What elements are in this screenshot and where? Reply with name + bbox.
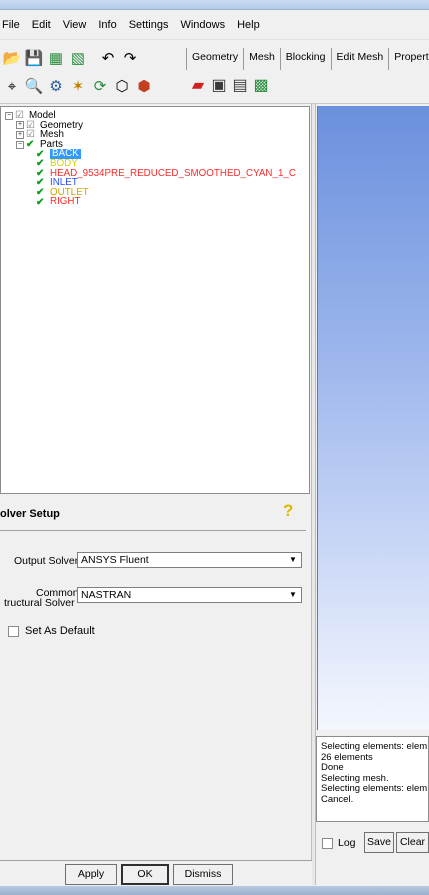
graphics-viewport[interactable] bbox=[317, 106, 429, 730]
refresh-icon[interactable]: ⟳ bbox=[90, 76, 110, 96]
dismiss-button[interactable]: Dismiss bbox=[173, 864, 233, 885]
log-label: Log bbox=[338, 837, 356, 849]
output-tab-icons: ▰ ▣ ▤ ▩ bbox=[188, 76, 271, 96]
save-icon[interactable]: 💾 bbox=[24, 48, 44, 68]
toolbar-row-view: ⌖ 🔍 ⚙ ✶ ⟳ ⬡ ⬢ bbox=[2, 76, 154, 96]
write-input-icon[interactable]: ▩ bbox=[251, 76, 271, 96]
ribbon-tabs: Geometry Mesh Blocking Edit Mesh Propert bbox=[186, 48, 429, 70]
divider bbox=[0, 530, 306, 531]
output-solver-select[interactable]: ANSYS Fluent ▼ bbox=[77, 552, 302, 568]
tree-node-part[interactable]: ✔ BACK bbox=[5, 149, 296, 159]
tree-node-part[interactable]: ✔ INLET bbox=[5, 178, 296, 188]
hidden-line-icon[interactable]: ✶ bbox=[68, 76, 88, 96]
solid-icon[interactable]: ⬢ bbox=[134, 76, 154, 96]
dialog-button-bar: Apply OK Dismiss bbox=[0, 860, 312, 886]
chevron-down-icon[interactable]: ▼ bbox=[286, 589, 300, 601]
checkbox-checked-icon[interactable]: ✔ bbox=[36, 188, 46, 198]
window-title-bar bbox=[0, 0, 429, 10]
menu-edit[interactable]: Edit bbox=[26, 19, 57, 31]
menu-help[interactable]: Help bbox=[231, 19, 266, 31]
menu-view[interactable]: View bbox=[57, 19, 93, 31]
tree-node-part[interactable]: ✔ OUTLET bbox=[5, 188, 296, 198]
message-line: Done bbox=[321, 762, 344, 773]
chevron-down-icon[interactable]: ▼ bbox=[286, 554, 300, 566]
toolbar: 📂 💾 ▦ ▧ ↶ ↷ ⌖ 🔍 ⚙ ✶ ⟳ ⬡ ⬢ Geometry Mesh … bbox=[0, 40, 429, 104]
save-geometry-icon[interactable]: ▧ bbox=[68, 48, 88, 68]
tab-blocking[interactable]: Blocking bbox=[281, 48, 332, 70]
collapse-icon[interactable]: − bbox=[5, 111, 13, 120]
checkbox-checked-icon[interactable]: ✔ bbox=[36, 159, 46, 169]
help-icon[interactable]: ? bbox=[283, 501, 293, 521]
solver-setup-panel: olver Setup ? Output Solver ANSYS Fluent… bbox=[0, 496, 310, 856]
output-icon[interactable]: ▤ bbox=[230, 76, 250, 96]
structural-solver-select[interactable]: NASTRAN ▼ bbox=[77, 587, 302, 603]
structural-solver-value: NASTRAN bbox=[81, 589, 132, 601]
model-tree-panel: − ☑ Model + ☑ Geometry + ☑ Mesh − ✔ Part… bbox=[0, 106, 310, 597]
set-as-default-label: Set As Default bbox=[25, 625, 95, 637]
tab-geometry[interactable]: Geometry bbox=[186, 48, 245, 70]
toolbar-row-file: 📂 💾 ▦ ▧ ↶ ↷ bbox=[2, 48, 140, 68]
boco-icon[interactable]: ▰ bbox=[188, 76, 208, 96]
redo-icon[interactable]: ↷ bbox=[120, 48, 140, 68]
collapse-icon[interactable]: − bbox=[16, 140, 24, 149]
tree-node-parts[interactable]: − ✔ Parts bbox=[5, 140, 296, 150]
ok-button[interactable]: OK bbox=[121, 864, 169, 885]
menu-file[interactable]: File bbox=[0, 19, 26, 31]
tree-node-part[interactable]: ✔ RIGHT bbox=[5, 197, 296, 207]
tab-mesh[interactable]: Mesh bbox=[244, 48, 281, 70]
checkbox-checked-icon[interactable]: ✔ bbox=[36, 197, 46, 207]
part-label-head: HEAD_9534PRE_REDUCED_SMOOTHED_CYAN_1_C bbox=[50, 167, 296, 179]
structural-solver-label-line2: tructural Solver bbox=[4, 597, 75, 609]
checkbox-icon[interactable]: ☑ bbox=[15, 111, 25, 121]
log-checkbox[interactable] bbox=[322, 838, 333, 849]
tab-properties[interactable]: Propert bbox=[389, 48, 429, 70]
menu-settings[interactable]: Settings bbox=[123, 19, 175, 31]
menu-info[interactable]: Info bbox=[92, 19, 122, 31]
fit-window-icon[interactable]: ⌖ bbox=[2, 76, 22, 96]
message-line: Cancel. bbox=[321, 793, 354, 805]
expand-icon[interactable]: + bbox=[16, 130, 24, 139]
tree-node-part[interactable]: ✔ HEAD_9534PRE_REDUCED_SMOOTHED_CYAN_1_C bbox=[5, 167, 296, 179]
message-line: Selecting elements: elem bbox=[321, 783, 428, 794]
tab-edit-mesh[interactable]: Edit Mesh bbox=[332, 48, 390, 70]
menu-windows[interactable]: Windows bbox=[174, 19, 231, 31]
set-as-default-row[interactable]: Set As Default bbox=[8, 625, 95, 637]
open-geometry-icon[interactable]: ▦ bbox=[46, 48, 66, 68]
save-log-button[interactable]: Save bbox=[364, 832, 394, 853]
expand-icon[interactable]: + bbox=[16, 121, 24, 130]
model-tree: − ☑ Model + ☑ Geometry + ☑ Mesh − ✔ Part… bbox=[5, 111, 296, 207]
solver-icon[interactable]: ▣ bbox=[209, 76, 229, 96]
measure-icon[interactable]: ⚙ bbox=[46, 76, 66, 96]
output-solver-label: Output Solver bbox=[14, 555, 79, 567]
part-label-right: RIGHT bbox=[50, 196, 81, 208]
taskbar-strip bbox=[0, 886, 429, 895]
message-controls: Log Save Clear bbox=[316, 830, 429, 856]
clear-log-button[interactable]: Clear bbox=[396, 832, 429, 853]
open-folder-icon[interactable]: 📂 bbox=[2, 48, 22, 68]
zoom-icon[interactable]: 🔍 bbox=[24, 76, 44, 96]
checkbox-checked-icon[interactable]: ✔ bbox=[26, 140, 36, 150]
menu-bar: File Edit View Info Settings Windows Hel… bbox=[0, 10, 429, 40]
wireframe-icon[interactable]: ⬡ bbox=[112, 76, 132, 96]
output-solver-value: ANSYS Fluent bbox=[81, 554, 149, 566]
panel-title: olver Setup bbox=[0, 508, 60, 520]
message-log: Selecting elements: elem 26 elements Don… bbox=[316, 736, 429, 822]
message-line: Selecting elements: elem bbox=[321, 741, 428, 752]
apply-button[interactable]: Apply bbox=[65, 864, 117, 885]
set-as-default-checkbox[interactable] bbox=[8, 625, 19, 637]
undo-icon[interactable]: ↶ bbox=[98, 48, 118, 68]
